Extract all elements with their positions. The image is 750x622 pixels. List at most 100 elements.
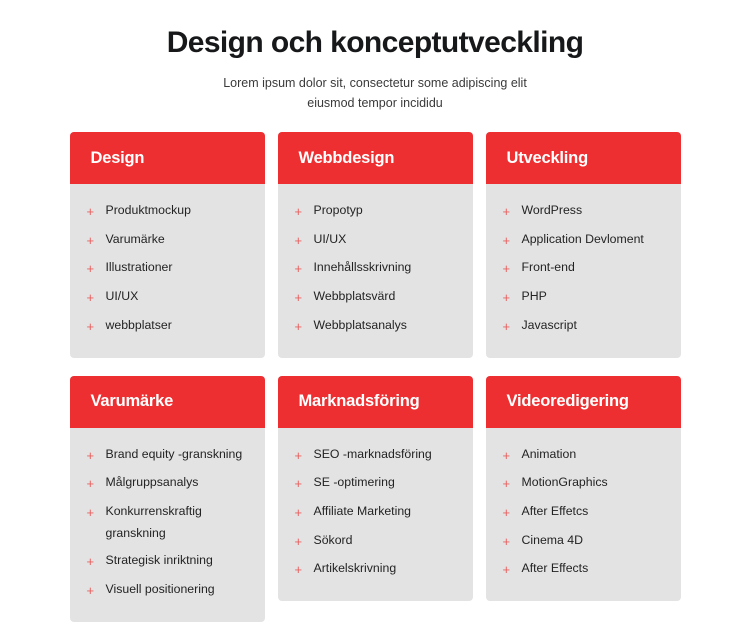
list-item-label: Innehållsskrivning bbox=[313, 260, 412, 275]
list-item[interactable]: + Produktmockup bbox=[87, 200, 251, 223]
service-card-marknadsforing[interactable]: Marknadsföring + SEO -marknadsföring + S… bbox=[277, 375, 473, 602]
list-item[interactable]: + Webbplatsvärd bbox=[295, 286, 459, 309]
plus-icon: + bbox=[86, 232, 95, 248]
list-item-label: SEO -marknadsföring bbox=[313, 446, 432, 461]
list-item-label: After Effetcs bbox=[521, 503, 589, 518]
list-item-label: Javascript bbox=[521, 317, 577, 332]
list-item[interactable]: + Brand equity -granskning bbox=[87, 444, 251, 467]
card-body: + WordPress + Application Devloment + Fr… bbox=[486, 184, 681, 358]
service-card-videoredigering[interactable]: Videoredigering + Animation + MotionGrap… bbox=[485, 375, 681, 602]
card-title: Varumärke bbox=[90, 392, 174, 411]
list-item[interactable]: + MotionGraphics bbox=[503, 472, 667, 495]
list-item[interactable]: + Varumärke bbox=[87, 229, 251, 252]
plus-icon: + bbox=[294, 447, 303, 463]
plus-icon: + bbox=[294, 504, 303, 520]
page-header: Design och konceptutveckling Lorem ipsum… bbox=[0, 0, 750, 113]
list-item[interactable]: + PHP bbox=[503, 286, 667, 309]
list-item[interactable]: + Innehållsskrivning bbox=[295, 257, 459, 280]
list-item[interactable]: + Cinema 4D bbox=[503, 530, 667, 553]
list-item-label: SE -optimering bbox=[313, 475, 395, 490]
list-item-label: Konkurrenskraftig granskning bbox=[105, 503, 202, 540]
plus-icon: + bbox=[294, 476, 303, 492]
card-header: Utveckling bbox=[485, 132, 681, 184]
list-item[interactable]: + WordPress bbox=[503, 200, 667, 223]
list-item-label: Affiliate Marketing bbox=[313, 503, 412, 518]
list-item[interactable]: + Javascript bbox=[503, 315, 667, 338]
list-item-label: Webbplatsvärd bbox=[313, 288, 396, 303]
list-item[interactable]: + SE -optimering bbox=[295, 472, 459, 495]
page-subtitle: Lorem ipsum dolor sit, consectetur some … bbox=[205, 73, 545, 114]
card-header: Design bbox=[69, 132, 265, 184]
list-item-label: WordPress bbox=[521, 203, 583, 217]
plus-icon: + bbox=[502, 533, 511, 549]
plus-icon: + bbox=[502, 504, 511, 520]
list-item-label: webbplatser bbox=[105, 317, 172, 332]
service-card-grid: Design + Produktmockup + Varumärke + Ill… bbox=[69, 113, 681, 622]
card-title: Design bbox=[90, 148, 145, 167]
page-subtitle-line-1: Lorem ipsum dolor sit, consectetur some … bbox=[223, 75, 527, 90]
card-body: + SEO -marknadsföring + SE -optimering +… bbox=[278, 428, 473, 602]
list-item-label: UI/UX bbox=[105, 288, 139, 303]
list-item[interactable]: + Application Devloment bbox=[503, 229, 667, 252]
card-header: Webbdesign bbox=[277, 132, 473, 184]
list-item[interactable]: + UI/UX bbox=[295, 229, 459, 252]
card-body: + Brand equity -granskning + Målgruppsan… bbox=[70, 428, 265, 622]
list-item[interactable]: + After Effects bbox=[503, 558, 667, 581]
service-card-webbdesign[interactable]: Webbdesign + Propotyp + UI/UX + Innehåll… bbox=[277, 132, 473, 358]
list-item[interactable]: + UI/UX bbox=[87, 286, 251, 309]
list-item[interactable]: + Målgruppsanalys bbox=[87, 472, 251, 495]
list-item-label: Illustrationer bbox=[105, 260, 173, 275]
plus-icon: + bbox=[86, 554, 95, 570]
service-card-utveckling[interactable]: Utveckling + WordPress + Application Dev… bbox=[485, 132, 681, 358]
list-item-label: Artikelskrivning bbox=[313, 561, 397, 576]
service-card-design[interactable]: Design + Produktmockup + Varumärke + Ill… bbox=[69, 132, 265, 358]
list-item[interactable]: + SEO -marknadsföring bbox=[295, 444, 459, 467]
list-item-label: PHP bbox=[521, 288, 547, 303]
page-subtitle-line-2: eiusmod tempor incididu bbox=[307, 95, 443, 110]
card-header: Videoredigering bbox=[485, 375, 681, 428]
feature-list: + Brand equity -granskning + Målgruppsan… bbox=[87, 444, 251, 602]
plus-icon: + bbox=[86, 318, 95, 334]
plus-icon: + bbox=[502, 318, 511, 334]
plus-icon: + bbox=[294, 318, 303, 334]
list-item-label: Webbplatsanalys bbox=[313, 317, 407, 332]
list-item[interactable]: + Sökord bbox=[295, 530, 459, 553]
list-item[interactable]: + Affiliate Marketing bbox=[295, 501, 459, 524]
list-item[interactable]: + Webbplatsanalys bbox=[295, 315, 459, 338]
plus-icon: + bbox=[502, 232, 511, 248]
list-item-label: Målgruppsanalys bbox=[105, 475, 199, 490]
plus-icon: + bbox=[502, 261, 511, 277]
plus-icon: + bbox=[86, 447, 95, 463]
card-body: + Produktmockup + Varumärke + Illustrati… bbox=[70, 184, 265, 358]
list-item-label: Strategisk inriktning bbox=[105, 553, 213, 568]
card-title: Marknadsföring bbox=[298, 392, 420, 411]
card-title: Webbdesign bbox=[298, 148, 395, 167]
feature-list: + Propotyp + UI/UX + Innehållsskrivning … bbox=[295, 200, 459, 338]
list-item[interactable]: + After Effetcs bbox=[503, 501, 667, 524]
list-item[interactable]: + Front-end bbox=[503, 257, 667, 280]
list-item-label: Propotyp bbox=[313, 203, 363, 217]
feature-list: + Animation + MotionGraphics + After Eff… bbox=[503, 444, 667, 582]
plus-icon: + bbox=[502, 289, 511, 305]
list-item-label: Varumärke bbox=[105, 231, 165, 246]
list-item[interactable]: + Illustrationer bbox=[87, 257, 251, 280]
feature-list: + WordPress + Application Devloment + Fr… bbox=[503, 200, 667, 338]
plus-icon: + bbox=[502, 476, 511, 492]
plus-icon: + bbox=[502, 447, 511, 463]
list-item[interactable]: + Konkurrenskraftig granskning bbox=[87, 501, 251, 545]
list-item[interactable]: + Animation bbox=[503, 444, 667, 467]
plus-icon: + bbox=[86, 289, 95, 305]
feature-list: + SEO -marknadsföring + SE -optimering +… bbox=[295, 444, 459, 582]
card-body: + Propotyp + UI/UX + Innehållsskrivning … bbox=[278, 184, 473, 358]
plus-icon: + bbox=[294, 533, 303, 549]
list-item-label: Application Devloment bbox=[521, 231, 644, 246]
list-item[interactable]: + Propotyp bbox=[295, 200, 459, 223]
plus-icon: + bbox=[294, 261, 303, 277]
plus-icon: + bbox=[294, 204, 303, 219]
list-item[interactable]: + Strategisk inriktning bbox=[87, 550, 251, 573]
service-card-varumarke[interactable]: Varumärke + Brand equity -granskning + M… bbox=[69, 375, 265, 622]
list-item[interactable]: + Visuell positionering bbox=[87, 579, 251, 602]
list-item[interactable]: + Artikelskrivning bbox=[295, 558, 459, 581]
list-item[interactable]: + webbplatser bbox=[87, 315, 251, 338]
card-header: Marknadsföring bbox=[277, 375, 473, 428]
